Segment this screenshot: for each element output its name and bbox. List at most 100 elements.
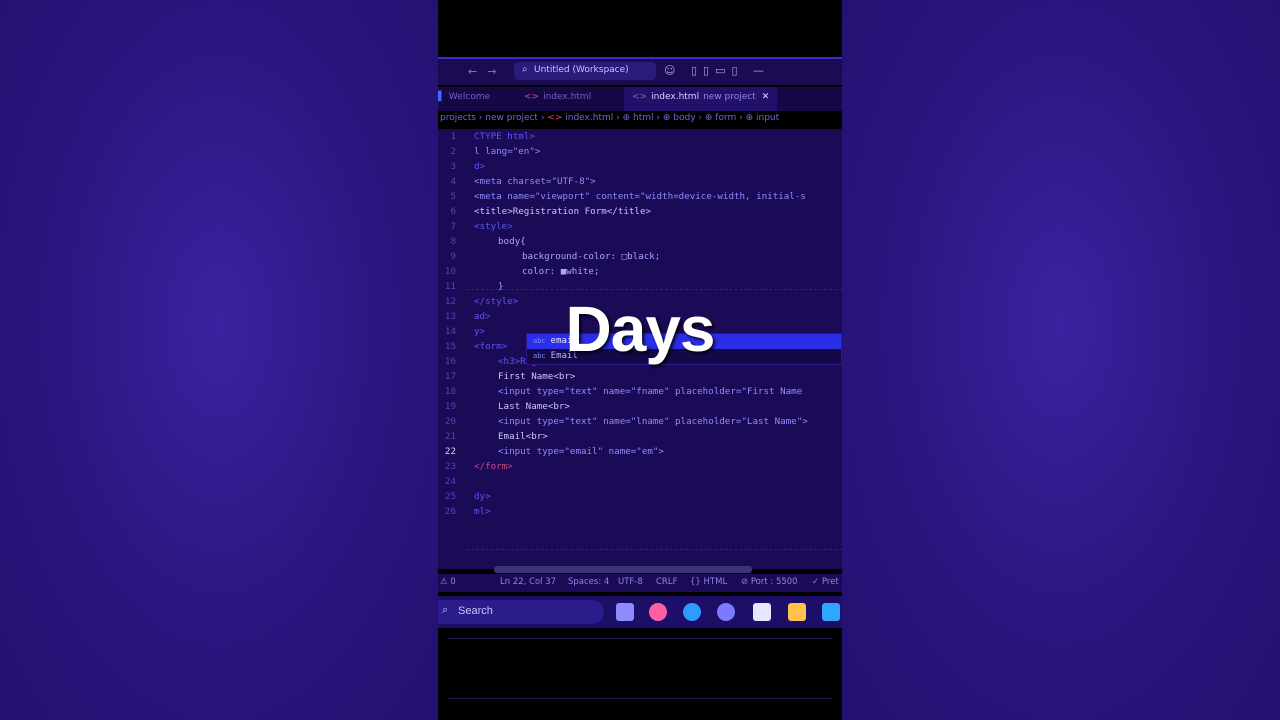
line-number: 17 [444, 371, 456, 382]
code-text: First Name<br> [498, 371, 576, 382]
tab-welcome[interactable]: ▌ Welcome [438, 92, 490, 102]
taskbar: ⌕ Search [438, 596, 842, 628]
code-text: <style> [474, 221, 513, 232]
file-explorer-icon[interactable] [788, 603, 806, 621]
code-line: 19 Last Name<br> [438, 401, 842, 416]
breadcrumb-item[interactable]: body [673, 113, 695, 123]
horizontal-scrollbar[interactable] [494, 566, 752, 573]
line-number: 1 [450, 131, 456, 142]
cursor-position[interactable]: Ln 22, Col 37 [500, 577, 556, 587]
code-line: 5 <meta name="viewport" content="width=de… [438, 191, 842, 206]
line-number: 4 [450, 176, 456, 187]
language-mode[interactable]: {} HTML [690, 577, 727, 587]
tab-label: index.html [543, 92, 592, 102]
video-caption: Days [565, 293, 716, 365]
files-app-icon[interactable] [616, 603, 634, 621]
line-number: 24 [444, 476, 456, 487]
code-line: 6 <title>Registration Form</title> [438, 206, 842, 221]
code-line: 4 <meta charset="UTF-8"> [438, 176, 842, 191]
indentation[interactable]: Spaces: 4 [568, 577, 609, 587]
reflection-line [448, 638, 832, 639]
mail-app-icon[interactable] [822, 603, 840, 621]
video-frame: ←→ ⌕ Untitled (Workspace) ☺ ▯▯▭▯ — ▌ Welc… [438, 0, 842, 720]
search-icon: ⌕ [522, 64, 528, 75]
tab-label: Welcome [448, 92, 491, 102]
line-number: 7 [450, 221, 456, 232]
code-text: <meta charset="UTF-8"> [474, 176, 596, 187]
line-number: 6 [450, 206, 456, 217]
close-icon[interactable]: ✕ [762, 92, 770, 102]
encoding[interactable]: UTF-8 [618, 577, 643, 587]
tab-index-html-active[interactable]: <> index.html new project ✕ [624, 87, 778, 111]
code-line: 3 d> [438, 161, 842, 176]
breadcrumb-item[interactable]: html [633, 113, 654, 123]
code-text: Email<br> [498, 431, 548, 442]
code-text: <input type="text" name="lname" placehol… [498, 416, 808, 427]
lower-frame [438, 628, 842, 720]
search-icon: ⌕ [442, 604, 449, 616]
broadcast-icon: ⊘ [741, 577, 749, 587]
teams-app-icon[interactable] [717, 603, 735, 621]
code-line: 2 l lang="en"> [438, 146, 842, 161]
code-line: 20 <input type="text" name="lname" placeh… [438, 416, 842, 431]
workspace-label: Untitled (Workspace) [534, 65, 629, 75]
live-server-port[interactable]: ⊘ Port : 5500 [741, 577, 798, 587]
copilot-app-icon[interactable] [649, 603, 667, 621]
line-number: 3 [450, 161, 456, 172]
code-line: 21 Email<br> [438, 431, 842, 446]
line-number: 20 [444, 416, 456, 427]
code-line: 26 ml> [438, 506, 842, 521]
prettier-label: Pret [821, 577, 839, 587]
html-file-icon: <> [632, 92, 648, 102]
element-icon: ⊕ [662, 113, 671, 123]
prettier-status[interactable]: ✓ Pret [812, 577, 839, 587]
line-number: 22 [444, 446, 456, 457]
code-text: Last Name<br> [498, 401, 570, 412]
line-number: 18 [444, 386, 456, 397]
code-text: dy> [474, 491, 491, 502]
breadcrumb-item[interactable]: index.html [565, 113, 613, 123]
vscode-icon: ▌ [438, 92, 445, 102]
background-left [0, 0, 438, 720]
code-text: } [498, 281, 504, 292]
code-line: 7 <style> [438, 221, 842, 236]
background-right [842, 0, 1280, 720]
edge-browser-icon[interactable] [683, 603, 701, 621]
code-line: 1 CTYPE html> [438, 131, 842, 146]
code-text: background-color: □black; [522, 251, 661, 262]
line-number: 21 [444, 431, 456, 442]
line-number: 25 [444, 491, 456, 502]
code-line: 18 <input type="text" name="fname" placeh… [438, 386, 842, 401]
code-text: d> [474, 161, 486, 172]
tab-bar: ▌ Welcome <> index.html <> index.html new pr… [438, 87, 842, 111]
command-center-search[interactable]: ⌕ Untitled (Workspace) [514, 62, 656, 80]
tab-index-html[interactable]: <> index.html [524, 92, 591, 102]
code-line: 10 color: ■white; [438, 266, 842, 281]
breadcrumb-item[interactable]: form [715, 113, 736, 123]
port-label: Port : 5500 [750, 577, 798, 587]
breadcrumb-item[interactable]: input [756, 113, 779, 123]
line-number: 11 [444, 281, 456, 292]
taskbar-search[interactable]: ⌕ Search [438, 600, 604, 624]
line-ending[interactable]: CRLF [656, 577, 677, 587]
store-app-icon[interactable] [753, 603, 771, 621]
code-line: 17 First Name<br> [438, 371, 842, 386]
code-text: <meta name="viewport" content="width=dev… [474, 191, 806, 202]
breadcrumb-item[interactable]: new project [485, 113, 538, 123]
code-text: CTYPE html> [474, 131, 535, 142]
breadcrumb-item[interactable]: projects [440, 113, 476, 123]
code-text: body{ [498, 236, 526, 247]
tab-label: index.html [651, 92, 700, 102]
nav-arrows-icon[interactable]: ←→ [468, 65, 506, 78]
braces-icon: {} [690, 577, 701, 587]
code-line-current: 22 <input type="email" name="em"> [438, 446, 842, 461]
reflection-line [448, 698, 832, 699]
code-line: 8 body{ [438, 236, 842, 251]
indent-guide [466, 549, 842, 550]
line-number: 10 [444, 266, 456, 277]
layout-controls-icon[interactable]: ☺ ▯▯▭▯ — [664, 64, 770, 77]
html-file-icon: <> [524, 92, 540, 102]
title-bar: ←→ ⌕ Untitled (Workspace) ☺ ▯▯▭▯ — [438, 57, 842, 85]
problems-indicator[interactable]: ⚠ 0 [440, 577, 456, 587]
line-number: 2 [450, 146, 456, 157]
